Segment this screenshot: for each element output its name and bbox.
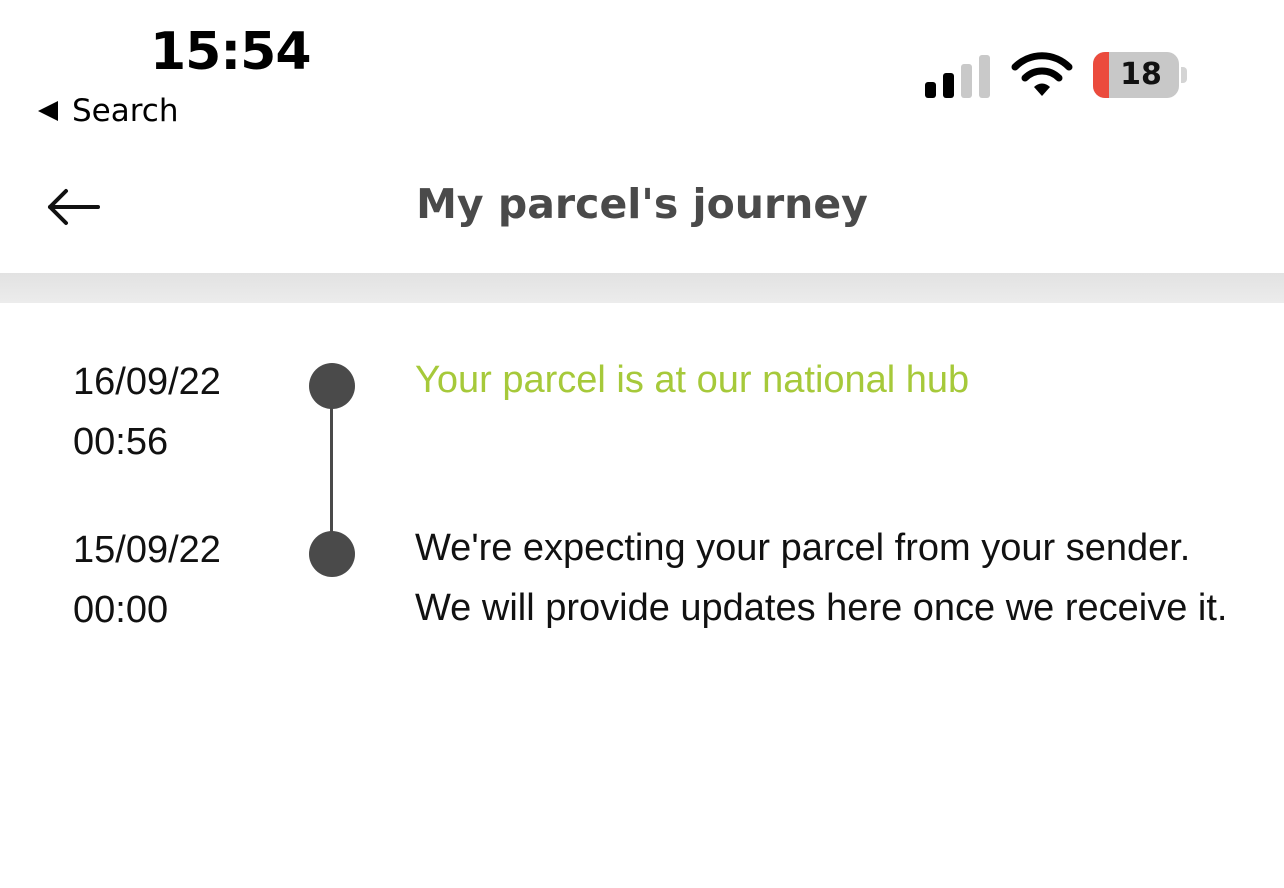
page-title: My parcel's journey — [416, 180, 868, 228]
timeline-dot — [309, 531, 355, 577]
parcel-timeline: 16/09/22 00:56 Your parcel is at our nat… — [0, 303, 1284, 888]
event-time: 00:00 — [73, 589, 169, 631]
app-header: My parcel's journey — [0, 140, 1284, 273]
battery-icon: 18 — [1093, 52, 1179, 98]
event-date: 15/09/22 — [73, 529, 221, 571]
back-to-search-label: Search — [72, 93, 179, 129]
signal-bar-1 — [925, 82, 936, 98]
event-description: We're expecting your parcel from your se… — [415, 527, 1228, 629]
back-to-search-link[interactable]: Search — [38, 93, 179, 129]
battery-cap — [1181, 67, 1187, 83]
event-description: Your parcel is at our national hub — [415, 359, 970, 401]
battery-percent: 18 — [1120, 57, 1162, 92]
signal-bar-4 — [979, 55, 990, 98]
signal-bar-3 — [961, 64, 972, 98]
timeline-dot — [309, 363, 355, 409]
cellular-signal-icon — [925, 54, 993, 98]
event-time: 00:56 — [73, 421, 169, 463]
event-date: 16/09/22 — [73, 361, 221, 403]
timeline-connector — [330, 385, 333, 553]
status-clock: 15:54 — [150, 22, 312, 82]
wifi-icon — [1011, 52, 1073, 96]
header-divider — [0, 273, 1284, 303]
parcel-journey-screen: 15:54 Search 18 My parcel's journey 16/0… — [0, 0, 1284, 888]
back-triangle-icon — [38, 101, 58, 121]
status-bar: 15:54 Search 18 — [0, 0, 1284, 140]
signal-bar-2 — [943, 73, 954, 98]
